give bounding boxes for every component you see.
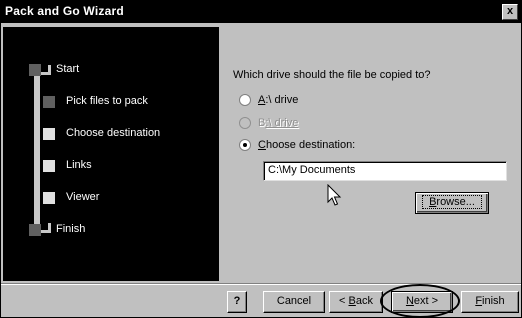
cancel-button[interactable]: Cancel [263, 291, 325, 313]
steps-track [34, 72, 40, 232]
step-marker-start [29, 64, 41, 76]
step-label-viewer: Viewer [66, 191, 100, 203]
cancel-button-label: Cancel [276, 295, 312, 307]
browse-button-label: Browse... [422, 195, 482, 209]
step-label-pick-files: Pick files to pack [66, 95, 148, 107]
mouse-pointer-icon [327, 184, 342, 206]
step-marker-choose-destination [43, 128, 55, 140]
wizard-window: Pack and Go Wizard x Start Pick files to… [0, 0, 522, 318]
destination-path-value: C:\My Documents [268, 164, 356, 176]
radio-choose-destination[interactable] [239, 139, 251, 151]
close-button[interactable]: x [502, 4, 518, 20]
option-choose-destination[interactable]: Choose destination: [239, 139, 355, 151]
finish-button-label: Finish [475, 295, 505, 307]
option-b-drive: B:\ drive [239, 117, 298, 129]
window-title: Pack and Go Wizard [5, 4, 124, 18]
option-a-drive-label: A:\ drive [258, 94, 299, 106]
track-top-tick [48, 65, 51, 75]
back-button[interactable]: < Back [329, 291, 383, 313]
step-marker-pick-files [43, 96, 55, 108]
close-icon: x [506, 5, 514, 17]
help-button[interactable]: ? [227, 291, 247, 313]
drive-question: Which drive should the file be copied to… [233, 69, 431, 81]
track-bottom-tick [48, 223, 51, 233]
step-label-start: Start [56, 63, 80, 75]
back-button-label: < Back [339, 295, 373, 307]
option-b-drive-label: B:\ drive [258, 117, 299, 129]
radio-b-drive [239, 117, 251, 129]
browse-button[interactable]: Browse... [415, 192, 489, 214]
title-bar[interactable]: Pack and Go Wizard x [1, 1, 521, 23]
finish-button[interactable]: Finish [461, 291, 519, 313]
step-label-choose-destination: Choose destination [66, 127, 161, 139]
content-panel: Which drive should the file be copied to… [219, 27, 521, 281]
step-marker-links [43, 160, 55, 172]
destination-path-input[interactable]: C:\My Documents [263, 161, 507, 181]
next-button-label: Next > [405, 295, 439, 307]
option-a-drive[interactable]: A:\ drive [239, 94, 298, 106]
step-marker-finish [29, 224, 41, 236]
step-label-links: Links [66, 159, 92, 171]
help-icon: ? [233, 295, 241, 307]
footer-divider-highlight [1, 284, 521, 285]
step-label-finish: Finish [56, 223, 86, 235]
radio-a-drive[interactable] [239, 94, 251, 106]
next-button[interactable]: Next > [391, 291, 453, 313]
steps-panel: Start Pick files to pack Choose destinat… [3, 27, 219, 281]
step-marker-viewer [43, 192, 55, 204]
option-choose-destination-label: Choose destination: [258, 139, 356, 151]
